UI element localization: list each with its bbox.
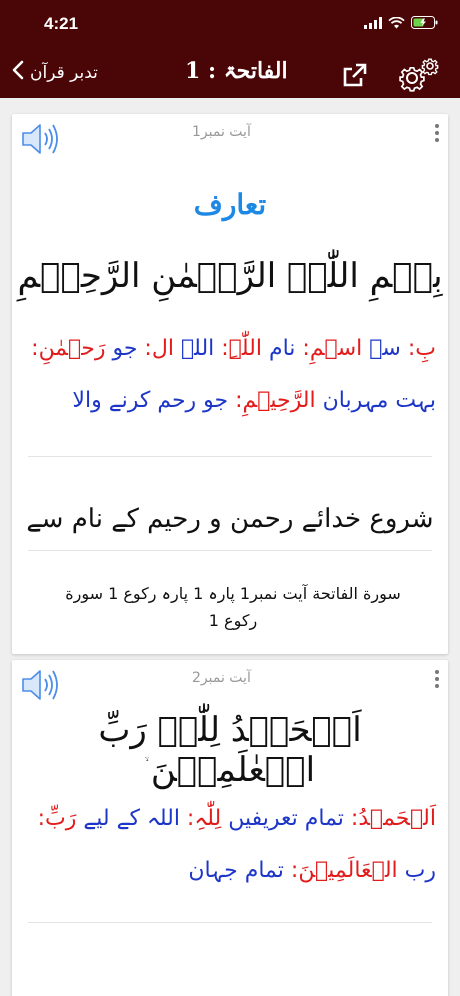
wbw-word: اللّٰہِ — [228, 336, 262, 361]
page-title: الفاتحۃ : 1 — [185, 58, 288, 84]
wbw-word: ال — [151, 336, 174, 361]
nav-bar: تدبر قرآن الفاتحۃ : 1 — [0, 50, 460, 98]
urdu-translation: شروع خدائے رحمن و رحیم کے نام سے — [26, 504, 434, 534]
wbw-meaning: تمام تعریفیں — [228, 806, 344, 831]
wbw-meaning: جو رحم کرنے والا — [72, 388, 229, 413]
divider — [28, 456, 432, 457]
divider — [28, 550, 432, 551]
wbw-word: الرَّحِیۡمِ — [242, 388, 316, 413]
verse-card: آیت نمبر1 تعارف بِسۡمِ اللّٰہِ الرَّحۡمٰ… — [12, 114, 448, 654]
kebab-menu-icon[interactable] — [432, 670, 442, 688]
wbw-word: الۡعَالَمِیۡنَ — [298, 858, 398, 883]
battery-icon — [411, 14, 438, 33]
wbw-word: بِ — [415, 336, 436, 361]
ayat-number-label: آیت نمبر1 — [192, 124, 251, 140]
reference-line: سورة الفاتحة آیت نمبر1 پارہ 1 پارہ رکوع … — [65, 584, 401, 603]
wbw-meaning: اللہ — [180, 336, 215, 361]
wbw-word: اَلۡحَمۡدُ — [358, 806, 436, 831]
speaker-icon[interactable] — [20, 666, 62, 708]
wbw-word: رَحۡمٰنِ — [38, 336, 106, 361]
wbw-word: رَبِّ — [45, 806, 77, 831]
share-icon[interactable] — [342, 62, 368, 92]
arabic-verse-text: اَلۡحَمۡدُ لِلّٰہِ رَبِّ الۡعٰلَمِیۡنَ — [98, 710, 362, 790]
verse-reference: سورة الفاتحة آیت نمبر1 پارہ 1 پارہ رکوع … — [38, 580, 428, 634]
wbw-meaning: نام — [268, 336, 296, 361]
word-by-word-line: رب الۡعَالَمِیۡنَ: تمام جہان — [188, 858, 436, 883]
word-by-word-line: اَلۡحَمۡدُ: تمام تعریفیں لِلّٰہِ: اللہ ک… — [37, 806, 436, 831]
wbw-word: لِلّٰہِ — [194, 806, 222, 831]
verse-list[interactable]: آیت نمبر1 تعارف بِسۡمِ اللّٰہِ الرَّحۡمٰ… — [0, 98, 460, 996]
intro-heading: تعارف — [193, 188, 267, 221]
wbw-meaning: بہت مہربان — [322, 388, 436, 413]
status-bar: 4:21 — [0, 0, 460, 50]
gear-icon[interactable] — [398, 56, 440, 98]
wbw-meaning: رب — [404, 858, 436, 883]
wifi-icon — [388, 14, 405, 33]
ayat-number-label: آیت نمبر2 — [192, 670, 251, 686]
arabic-verse: اَلۡحَمۡدُ لِلّٰہِ رَبِّ الۡعٰلَمِیۡنَۙ — [12, 710, 448, 790]
wbw-meaning: سے — [369, 336, 401, 361]
signal-icon — [364, 14, 382, 33]
back-button[interactable]: تدبر قرآن — [12, 60, 98, 85]
wbw-meaning: تمام جہان — [188, 858, 284, 883]
kebab-menu-icon[interactable] — [432, 124, 442, 142]
divider — [28, 922, 432, 923]
arabic-verse: بِسۡمِ اللّٰہِ الرَّحۡمٰنِ الرَّحِیۡمِ — [17, 256, 443, 296]
status-icons — [364, 14, 438, 33]
word-by-word-line: بِ: سے اسۡمِ: نام اللّٰہِ: اللہ ال: جو ر… — [31, 336, 436, 361]
chevron-left-icon — [12, 60, 24, 85]
wbw-meaning: اللہ کے لیے — [83, 806, 180, 831]
back-button-label: تدبر قرآن — [30, 62, 98, 83]
wbw-word: اسۡمِ — [309, 336, 363, 361]
verse-card: آیت نمبر2 اَلۡحَمۡدُ لِلّٰہِ رَبِّ الۡعٰ… — [12, 660, 448, 996]
reference-line: رکوع 1 — [208, 611, 258, 631]
word-by-word-line: بہت مہربان الرَّحِیۡمِ: جو رحم کرنے والا — [72, 388, 436, 413]
status-time: 4:21 — [44, 14, 79, 33]
speaker-icon[interactable] — [20, 120, 62, 162]
wbw-meaning: جو — [112, 336, 138, 361]
